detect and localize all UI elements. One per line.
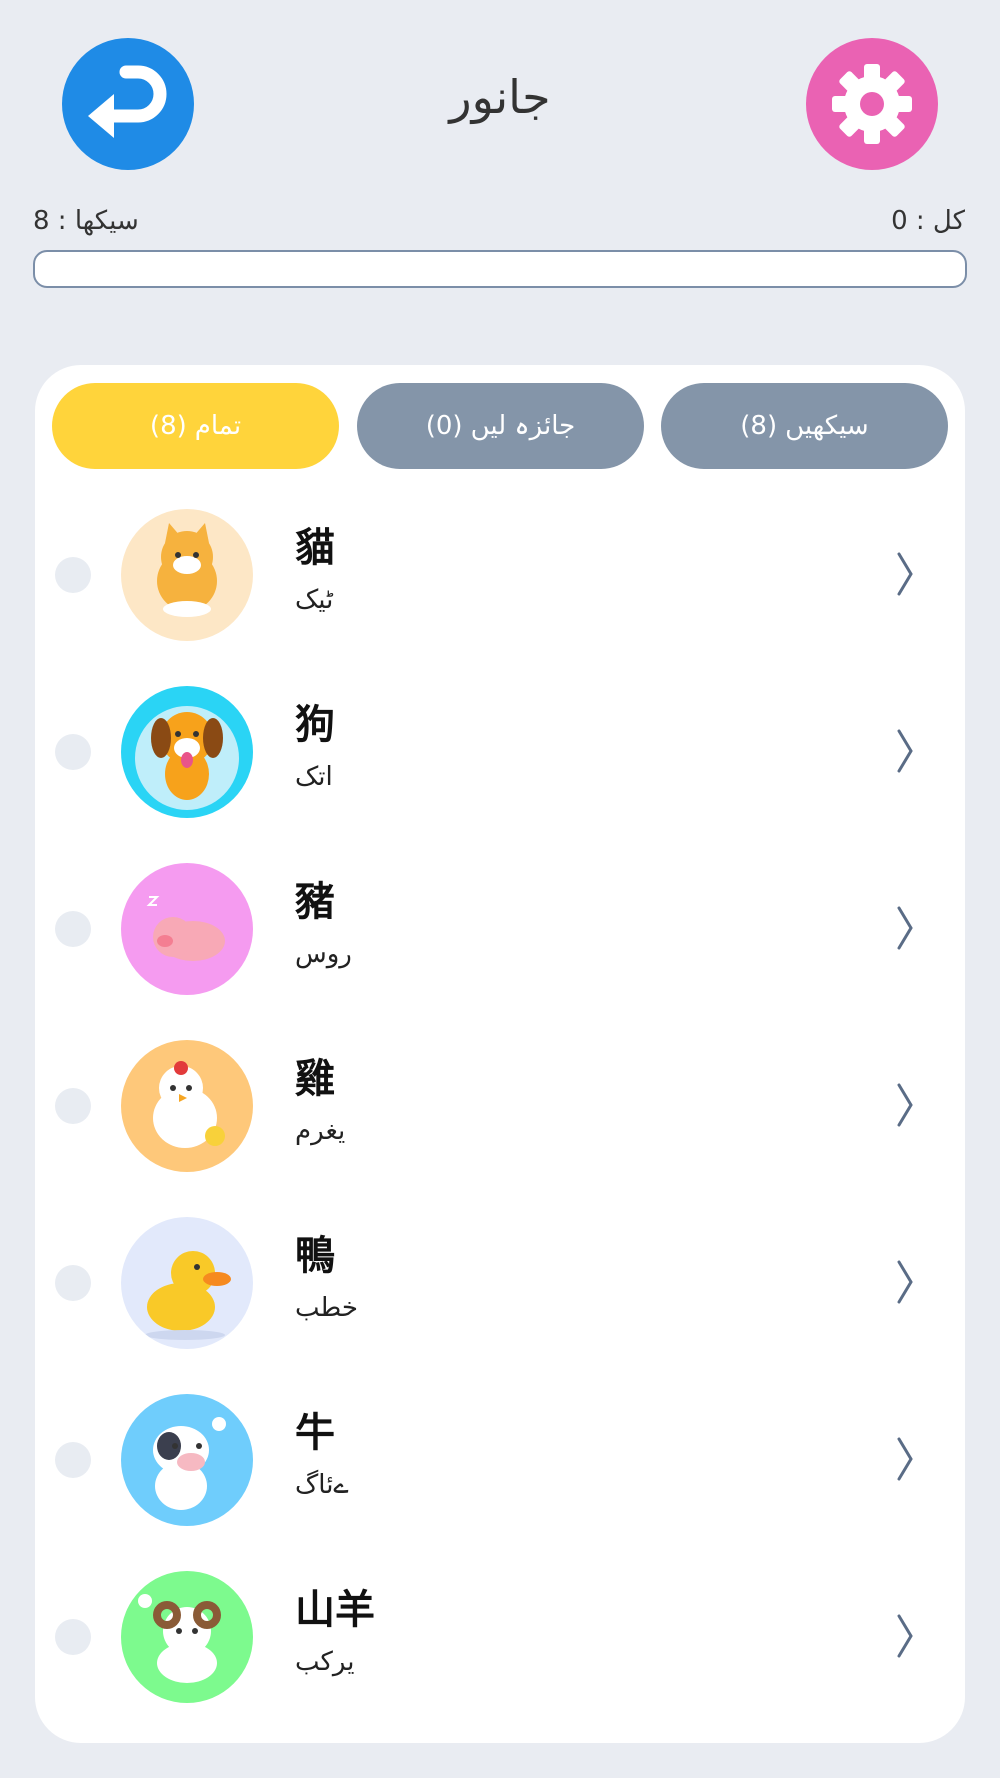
translation-text: روس — [295, 939, 352, 969]
dog-icon — [135, 706, 239, 810]
list-item[interactable]: 山羊 یرکب — [35, 1557, 965, 1717]
chevron-right-icon[interactable] — [895, 1258, 915, 1306]
list-item[interactable]: 貓 ٹیک — [35, 495, 965, 655]
avatar — [121, 509, 253, 641]
tab-count: (0) — [425, 411, 463, 441]
word-text: 貓 — [295, 525, 335, 571]
avatar — [121, 1394, 253, 1526]
progress-bar — [33, 250, 967, 288]
duck-icon — [145, 1251, 231, 1340]
tab-all[interactable]: (8) تمام — [52, 383, 339, 469]
select-radio[interactable] — [55, 1088, 91, 1124]
translation-text: یرکب — [295, 1647, 355, 1677]
page-title: جانور — [449, 70, 551, 124]
word-text: 狗 — [295, 702, 335, 748]
translation-text: خطب — [295, 1293, 358, 1323]
goat-icon — [138, 1594, 221, 1683]
chevron-right-icon[interactable] — [895, 1435, 915, 1483]
tab-label: جائزہ لیں — [470, 411, 576, 441]
avatar — [121, 686, 253, 818]
cat-icon — [157, 523, 217, 617]
back-arrow-icon — [88, 65, 167, 138]
translation-text: ےئاگ — [295, 1470, 349, 1500]
word-text: 雞 — [295, 1056, 335, 1102]
select-radio[interactable] — [55, 557, 91, 593]
list-item[interactable]: 鴨 خطب — [35, 1203, 965, 1363]
word-text: 鴨 — [295, 1233, 335, 1279]
learned-count: 8 : سیکھا — [33, 206, 139, 236]
avatar — [121, 1217, 253, 1349]
word-text: 山羊 — [295, 1587, 375, 1633]
avatar — [121, 863, 253, 995]
chicken-icon — [153, 1061, 225, 1148]
avatar — [121, 1571, 253, 1703]
cow-icon — [153, 1417, 226, 1510]
list-item[interactable]: 雞 یغرم — [35, 1026, 965, 1186]
chevron-right-icon[interactable] — [895, 1612, 915, 1660]
tab-count: (8) — [149, 411, 187, 441]
chevron-right-icon[interactable] — [895, 550, 915, 598]
list-item[interactable]: 牛 ےئاگ — [35, 1380, 965, 1540]
word-text: 豬 — [295, 879, 335, 925]
tab-count: (8) — [740, 411, 778, 441]
list-item[interactable]: 豬 روس — [35, 849, 965, 1009]
avatar — [121, 1040, 253, 1172]
select-radio[interactable] — [55, 911, 91, 947]
chevron-right-icon[interactable] — [895, 727, 915, 775]
select-radio[interactable] — [55, 1619, 91, 1655]
list-item[interactable]: 狗 اتک — [35, 672, 965, 832]
total-count: 0 : کل — [891, 206, 965, 236]
gear-icon — [832, 64, 912, 144]
word-list-card: (8) تمام (0) جائزہ لیں (8) سیکھیں 貓 ٹیک 狗 ا… — [35, 365, 965, 1743]
translation-text: اتک — [295, 762, 333, 792]
tab-label: تمام — [194, 411, 242, 441]
select-radio[interactable] — [55, 734, 91, 770]
select-radio[interactable] — [55, 1265, 91, 1301]
chevron-right-icon[interactable] — [895, 1081, 915, 1129]
settings-button[interactable] — [806, 38, 938, 170]
tab-label: سیکھیں — [785, 411, 869, 441]
back-button[interactable] — [62, 38, 194, 170]
translation-text: یغرم — [295, 1116, 346, 1146]
select-radio[interactable] — [55, 1442, 91, 1478]
word-text: 牛 — [295, 1410, 335, 1456]
header: جانور — [0, 0, 1000, 210]
tab-review[interactable]: (0) جائزہ لیں — [357, 383, 644, 469]
pig-icon — [146, 896, 225, 961]
chevron-right-icon[interactable] — [895, 904, 915, 952]
tab-learn[interactable]: (8) سیکھیں — [661, 383, 948, 469]
translation-text: ٹیک — [295, 585, 334, 615]
